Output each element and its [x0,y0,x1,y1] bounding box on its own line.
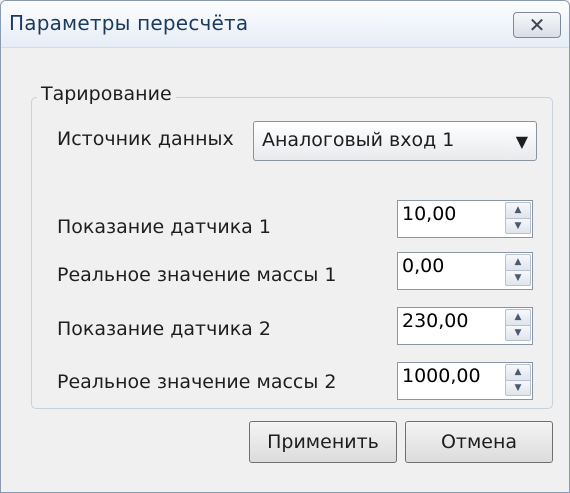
real-mass-2-spinner[interactable]: 1000,00 ▲ ▼ [397,362,533,400]
data-source-label: Источник данных [57,128,234,150]
chevron-down-icon[interactable]: ▼ [516,132,528,151]
arrow-up-icon[interactable]: ▲ [505,202,531,219]
arrow-down-icon[interactable]: ▼ [505,380,531,396]
apply-button[interactable]: Применить [249,421,397,463]
arrow-up-icon[interactable]: ▲ [505,364,531,381]
arrow-up-icon[interactable]: ▲ [505,254,531,271]
data-source-select[interactable]: Аналоговый вход 1 ▼ [253,121,537,161]
title-bar[interactable]: Параметры пересчёта ✕ [1,1,569,48]
window-title: Параметры пересчёта [9,11,249,35]
dialog-window: Параметры пересчёта ✕ Тарирование Источн… [0,0,570,493]
real-mass-1-label: Реальное значение массы 1 [57,264,337,286]
groupbox-legend: Тарирование [37,83,176,105]
sensor-reading-2-label: Показание датчика 2 [57,318,271,340]
sensor-reading-1-spinner[interactable]: 10,00 ▲ ▼ [397,200,533,238]
arrow-down-icon[interactable]: ▼ [505,270,531,286]
sensor-reading-2-spinner[interactable]: 230,00 ▲ ▼ [397,307,533,345]
close-icon: ✕ [528,13,546,37]
arrow-up-icon[interactable]: ▲ [505,309,531,326]
real-mass-2-label: Реальное значение массы 2 [57,371,337,393]
sensor-reading-1-value[interactable]: 10,00 [402,203,456,225]
cancel-button[interactable]: Отмена [405,421,553,463]
sensor-reading-2-value[interactable]: 230,00 [402,310,468,332]
real-mass-2-value[interactable]: 1000,00 [402,365,481,387]
arrow-down-icon[interactable]: ▼ [505,325,531,341]
real-mass-1-spinner[interactable]: 0,00 ▲ ▼ [397,252,533,290]
data-source-value: Аналоговый вход 1 [262,129,455,151]
arrow-down-icon[interactable]: ▼ [505,218,531,234]
sensor-reading-1-label: Показание датчика 1 [57,216,271,238]
close-button[interactable]: ✕ [513,12,561,38]
real-mass-1-value[interactable]: 0,00 [402,255,444,277]
